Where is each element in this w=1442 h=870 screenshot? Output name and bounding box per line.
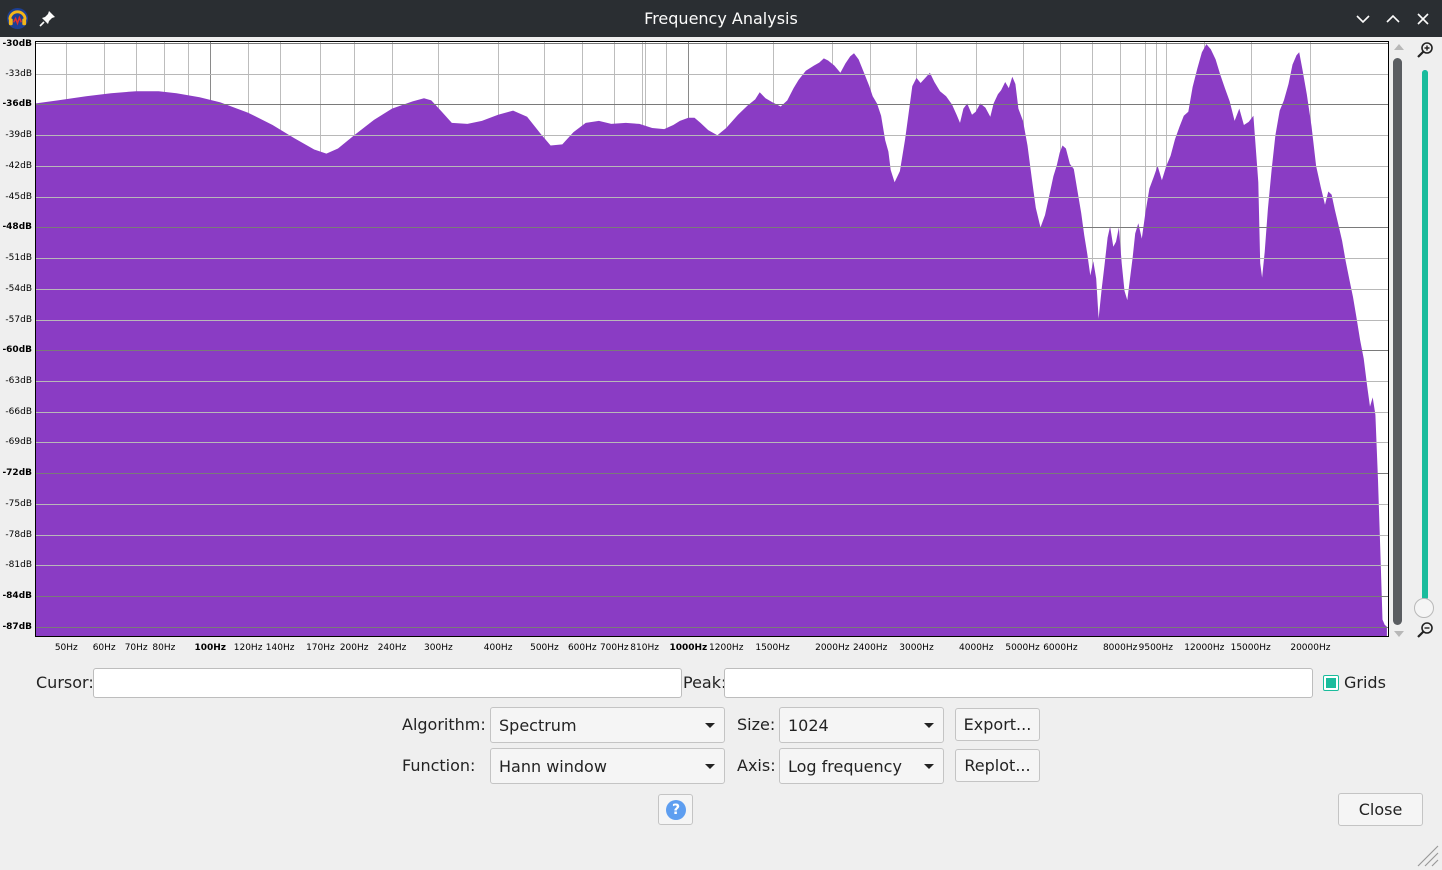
y-tick-label: -63dB	[5, 375, 32, 386]
vertical-scrollbar[interactable]	[1392, 44, 1406, 637]
close-icon[interactable]	[1412, 8, 1434, 30]
x-tick-label: 12000Hz	[1184, 643, 1225, 653]
x-tick-label: 100Hz	[194, 643, 227, 653]
maximize-icon[interactable]	[1382, 8, 1404, 30]
replot-button[interactable]: Replot...	[955, 749, 1040, 782]
y-tick-label: -45dB	[5, 191, 32, 202]
x-tick-label: 1000Hz	[669, 643, 708, 653]
algorithm-label: Algorithm:	[402, 715, 486, 734]
algorithm-value: Spectrum	[499, 716, 577, 735]
x-tick-label: 300Hz	[424, 643, 453, 653]
x-tick-label: 80Hz	[152, 643, 176, 653]
checkbox-check-icon	[1326, 678, 1336, 688]
x-tick-label: 700Hz	[599, 643, 629, 653]
x-tick-label: 3000Hz	[899, 643, 934, 653]
x-tick-label: 4000Hz	[959, 643, 994, 653]
zoom-slider-fill	[1422, 70, 1428, 600]
y-tick-label: -51dB	[5, 253, 32, 264]
y-tick-label: -54dB	[5, 283, 32, 294]
y-tick-label: -39dB	[5, 130, 32, 141]
y-tick-label: -84dB	[2, 591, 32, 602]
grids-label[interactable]: Grids	[1344, 673, 1386, 692]
size-select[interactable]: 1024	[779, 707, 944, 743]
axis-select[interactable]: Log frequency	[779, 748, 944, 784]
chevron-down-icon	[924, 764, 934, 769]
peak-label: Peak:	[683, 673, 727, 692]
chevron-down-icon	[705, 764, 715, 769]
y-tick-label: -36dB	[2, 99, 32, 110]
x-tick-label: 8000Hz	[1102, 643, 1138, 653]
y-tick-label: -75dB	[5, 498, 32, 509]
x-tick-label: 5000Hz	[1005, 643, 1040, 653]
spectrum-fill	[35, 44, 1387, 637]
close-button[interactable]: Close	[1338, 793, 1423, 826]
peak-field[interactable]	[724, 668, 1313, 698]
y-tick-label: -78dB	[5, 529, 32, 540]
y-tick-label: -66dB	[5, 406, 32, 417]
x-tick-label: 6000Hz	[1043, 643, 1078, 653]
window-title: Frequency Analysis	[644, 9, 798, 28]
x-tick-label: 170Hz	[306, 643, 335, 653]
x-tick-label: 2400Hz	[852, 643, 888, 653]
y-tick-label: -69dB	[5, 437, 32, 448]
resize-grip-icon[interactable]	[1414, 842, 1440, 868]
y-tick-label: -72dB	[2, 468, 32, 479]
scrollbar-thumb[interactable]	[1393, 58, 1402, 625]
y-tick-label: -60dB	[2, 345, 32, 356]
title-bar: Frequency Analysis	[0, 0, 1442, 37]
x-tick-label: 15000Hz	[1230, 643, 1271, 653]
cursor-label: Cursor:	[36, 673, 94, 692]
size-label: Size:	[737, 715, 776, 734]
x-axis-labels: 50Hz 60Hz 70Hz 80Hz 100Hz 120Hz 140Hz 170Hz 200H…	[35, 642, 1389, 658]
y-tick-label: -33dB	[5, 68, 32, 79]
minimize-icon[interactable]	[1352, 8, 1374, 30]
x-tick-label: 200Hz	[339, 643, 369, 653]
zoom-in-icon[interactable]	[1415, 40, 1435, 60]
cursor-field[interactable]	[93, 668, 682, 698]
y-tick-label: -42dB	[5, 160, 32, 171]
x-tick-label: 60Hz	[92, 643, 116, 653]
spectrum-plot[interactable]	[35, 41, 1389, 637]
x-tick-label: 1200Hz	[709, 643, 744, 653]
help-icon: ?	[666, 800, 686, 820]
x-tick-label: 20000Hz	[1290, 643, 1331, 653]
x-tick-label: 600Hz	[567, 643, 597, 653]
grids-checkbox[interactable]	[1323, 675, 1339, 691]
x-tick-label: 500Hz	[530, 643, 559, 653]
scroll-up-arrow-icon[interactable]	[1394, 44, 1404, 50]
algorithm-select[interactable]: Spectrum	[490, 707, 725, 743]
x-tick-label: 140Hz	[265, 643, 295, 653]
x-tick-label: 400Hz	[483, 643, 513, 653]
axis-value: Log frequency	[788, 757, 902, 776]
x-tick-label: 2000Hz	[815, 643, 850, 653]
x-tick-label: 120Hz	[233, 643, 263, 653]
chevron-down-icon	[924, 723, 934, 728]
function-label: Function:	[402, 756, 476, 775]
export-button[interactable]: Export...	[955, 708, 1040, 741]
y-tick-label: -57dB	[5, 314, 32, 325]
help-button[interactable]: ?	[658, 794, 693, 825]
axis-label: Axis:	[737, 756, 776, 775]
x-tick-label: 70Hz	[124, 643, 148, 653]
x-tick-label: 1500Hz	[755, 643, 790, 653]
x-tick-label: 9500Hz	[1138, 643, 1174, 653]
x-tick-label: 50Hz	[54, 643, 78, 653]
function-select[interactable]: Hann window	[490, 748, 725, 784]
y-tick-label: -81dB	[5, 560, 32, 571]
zoom-slider-handle[interactable]	[1414, 598, 1434, 618]
zoom-out-icon[interactable]	[1415, 620, 1435, 640]
y-tick-label: -87dB	[2, 621, 32, 632]
scroll-down-arrow-icon[interactable]	[1394, 631, 1404, 637]
chevron-down-icon	[705, 723, 715, 728]
x-tick-label: 240Hz	[377, 643, 407, 653]
function-value: Hann window	[499, 757, 607, 776]
x-tick-label: 810Hz	[630, 643, 659, 653]
y-tick-label: -48dB	[2, 222, 32, 233]
size-value: 1024	[788, 716, 829, 735]
y-axis-labels: -30dB -33dB -36dB -39dB -42dB -45dB -48dB -51dB…	[0, 37, 35, 642]
y-tick-label: -30dB	[2, 39, 32, 49]
